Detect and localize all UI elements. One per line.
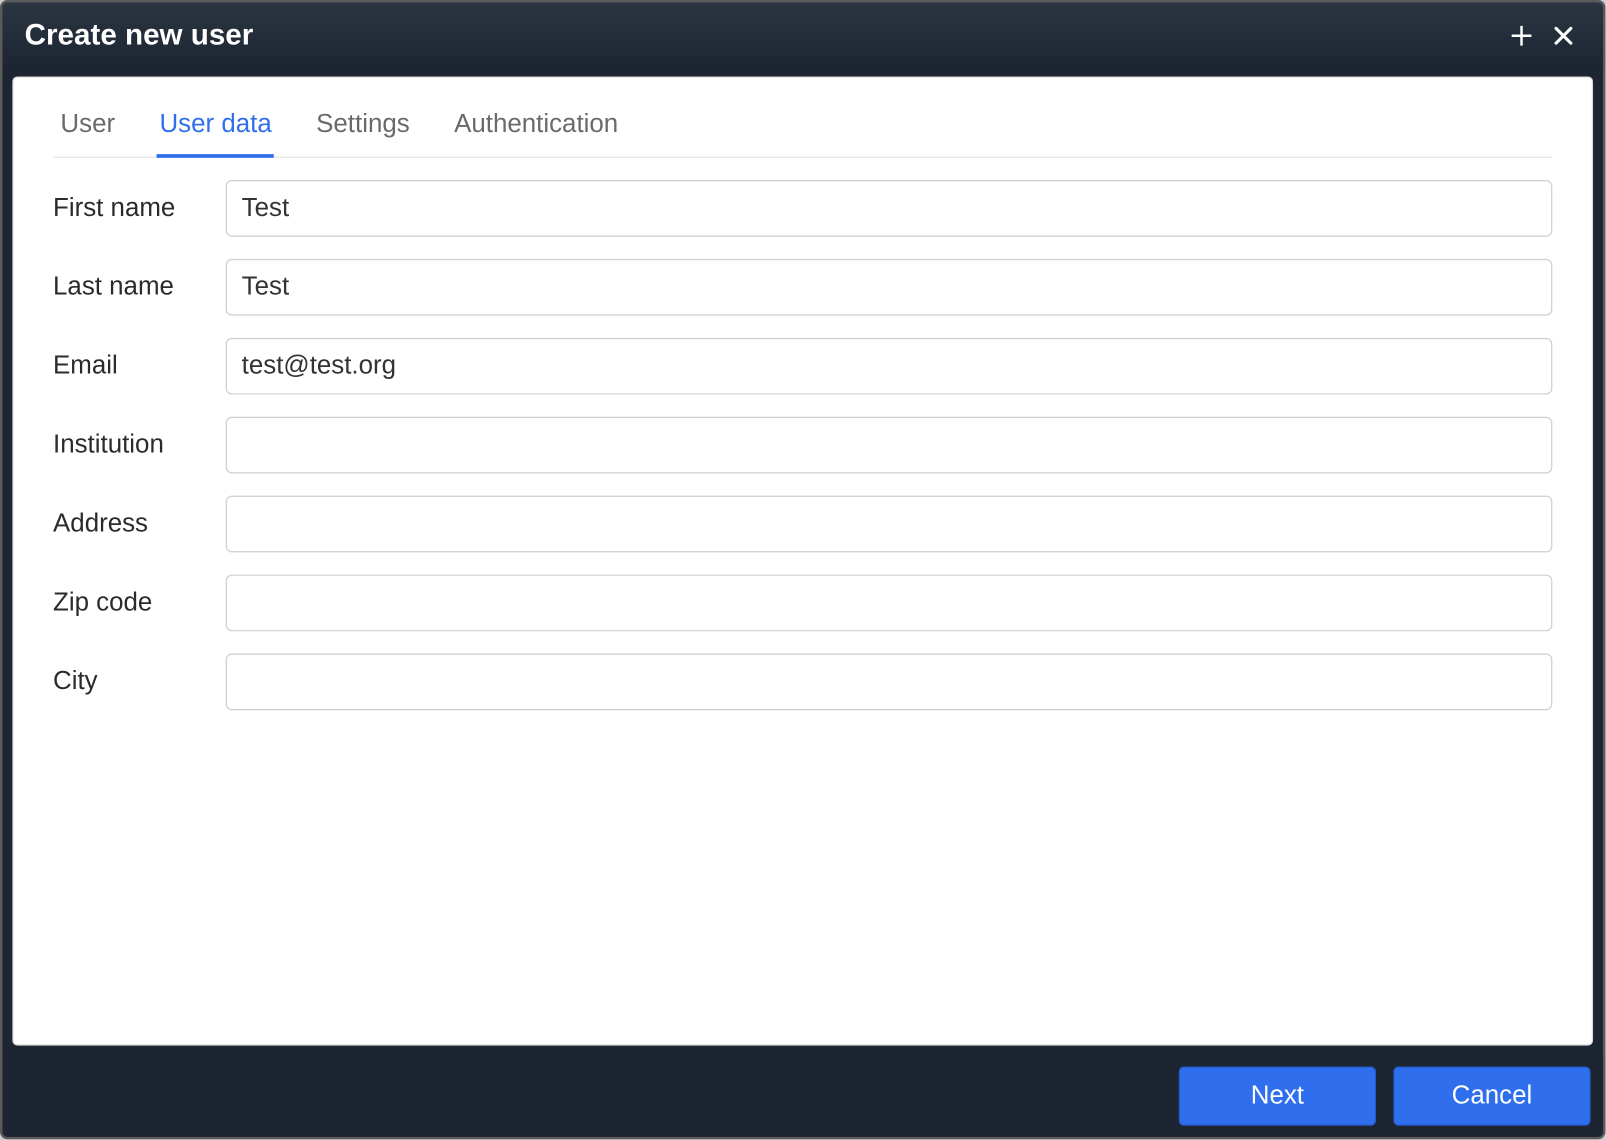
- label-address: Address: [53, 509, 226, 539]
- email-input[interactable]: [226, 338, 1553, 395]
- address-input[interactable]: [226, 496, 1553, 553]
- label-email: Email: [53, 351, 226, 381]
- row-address: Address: [53, 496, 1552, 553]
- row-first-name: First name: [53, 180, 1552, 237]
- tab-user-data[interactable]: User data: [157, 97, 274, 157]
- label-city: City: [53, 667, 226, 697]
- row-city: City: [53, 653, 1552, 710]
- label-zip-code: Zip code: [53, 588, 226, 618]
- label-institution: Institution: [53, 430, 226, 460]
- plus-icon[interactable]: [1504, 18, 1539, 53]
- zip-code-input[interactable]: [226, 575, 1553, 632]
- label-first-name: First name: [53, 194, 226, 224]
- row-zip-code: Zip code: [53, 575, 1552, 632]
- dialog-title: Create new user: [25, 18, 1497, 53]
- tab-authentication[interactable]: Authentication: [452, 97, 621, 157]
- tab-user[interactable]: User: [58, 97, 118, 157]
- institution-input[interactable]: [226, 417, 1553, 474]
- first-name-input[interactable]: [226, 180, 1553, 237]
- user-data-form: First name Last name Email Institution A: [53, 180, 1552, 732]
- label-last-name: Last name: [53, 272, 226, 302]
- row-last-name: Last name: [53, 259, 1552, 316]
- row-email: Email: [53, 338, 1552, 395]
- cancel-button[interactable]: Cancel: [1393, 1067, 1590, 1126]
- dialog-body: User User data Settings Authentication F…: [12, 76, 1593, 1045]
- tab-settings[interactable]: Settings: [314, 97, 413, 157]
- last-name-input[interactable]: [226, 259, 1553, 316]
- dialog-titlebar: Create new user: [2, 2, 1602, 69]
- next-button[interactable]: Next: [1179, 1067, 1376, 1126]
- tab-bar: User User data Settings Authentication: [53, 97, 1552, 157]
- city-input[interactable]: [226, 653, 1553, 710]
- dialog-footer: Next Cancel: [2, 1055, 1602, 1136]
- close-icon[interactable]: [1546, 18, 1581, 53]
- row-institution: Institution: [53, 417, 1552, 474]
- dialog-create-new-user: Create new user User User data Settings …: [0, 0, 1605, 1139]
